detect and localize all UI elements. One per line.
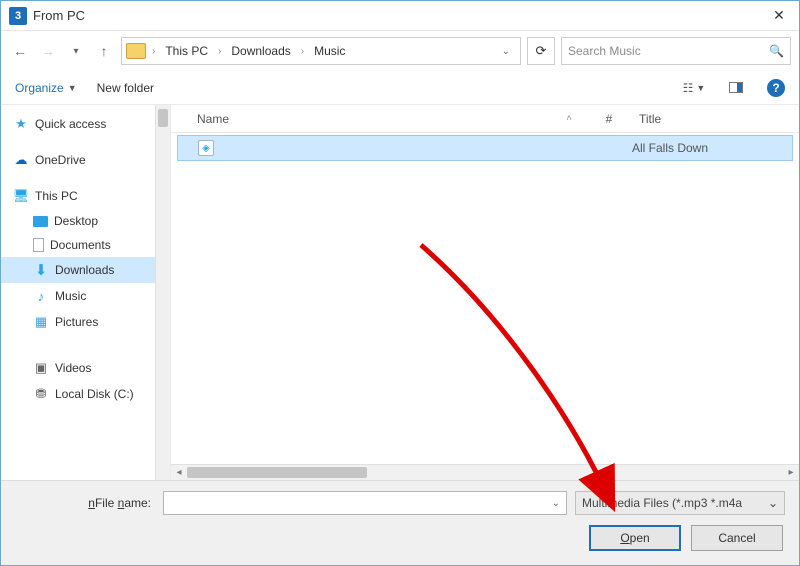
scrollbar-thumb[interactable]: [158, 109, 168, 127]
scroll-right-icon[interactable]: ▸: [783, 467, 799, 478]
sidebar: ★ Quick access ☁ OneDrive 🖥 This PC Desk…: [1, 105, 171, 480]
scrollbar-thumb[interactable]: [187, 467, 367, 478]
forward-button[interactable]: →: [37, 40, 59, 62]
sidebar-scrollbar[interactable]: [155, 105, 170, 480]
file-type-filter[interactable]: Multimedia Files (*.mp3 *.m4a ⌄: [575, 491, 785, 515]
view-mode-button[interactable]: ☷▼: [683, 79, 705, 97]
search-placeholder: Search Music: [568, 44, 769, 58]
breadcrumb-downloads[interactable]: Downloads: [227, 44, 294, 58]
chevron-right-icon: ›: [150, 46, 157, 57]
recent-locations-dropdown[interactable]: ▾: [65, 40, 87, 62]
picture-icon: ▦: [33, 314, 49, 330]
window-title: From PC: [33, 8, 85, 23]
preview-pane-button[interactable]: [725, 79, 747, 97]
sidebar-item-downloads[interactable]: ⬇ Downloads: [1, 257, 170, 283]
nav-bar: ← → ▾ ↑ › This PC › Downloads › Music ⌄ …: [1, 31, 799, 71]
sidebar-item-this-pc[interactable]: 🖥 This PC: [1, 183, 170, 209]
cloud-icon: ☁: [13, 152, 29, 168]
help-button[interactable]: ?: [767, 79, 785, 97]
file-row[interactable]: ◈ All Falls Down: [177, 135, 793, 161]
address-dropdown[interactable]: ⌄: [496, 46, 516, 57]
toolbar: Organize▼ New folder ☷▼ ?: [1, 71, 799, 105]
sort-indicator-icon: ˄: [549, 113, 589, 124]
filter-text: Multimedia Files (*.mp3 *.m4a: [582, 496, 768, 510]
filename-dropdown-icon[interactable]: ⌄: [552, 498, 560, 509]
chevron-right-icon: ›: [299, 46, 306, 57]
open-button[interactable]: Open: [589, 525, 681, 551]
star-icon: ★: [13, 116, 29, 132]
app-icon: 3: [9, 7, 27, 25]
filter-dropdown-icon: ⌄: [768, 496, 778, 510]
cancel-button[interactable]: Cancel: [691, 525, 783, 551]
breadcrumb-music[interactable]: Music: [310, 44, 349, 58]
sidebar-item-local-c[interactable]: ⛃ Local Disk (C:): [1, 381, 170, 407]
music-icon: ♪: [33, 288, 49, 304]
column-headers: Name ˄ # Title: [171, 105, 799, 133]
search-input[interactable]: Search Music 🔍: [561, 37, 791, 65]
back-button[interactable]: ←: [9, 40, 31, 62]
file-list-pane: Name ˄ # Title ◈ All Falls Down ◂: [171, 105, 799, 480]
desktop-icon: [33, 216, 48, 227]
scroll-left-icon[interactable]: ◂: [171, 467, 187, 478]
refresh-button[interactable]: ⟳: [527, 37, 555, 65]
organize-button[interactable]: Organize▼: [15, 81, 77, 95]
horizontal-scrollbar[interactable]: ◂ ▸: [171, 464, 799, 480]
document-icon: [33, 238, 44, 252]
new-folder-button[interactable]: New folder: [97, 81, 154, 95]
disk-icon: ⛃: [33, 386, 49, 402]
dialog-footer: nFile name:File name: ⌄ Multimedia Files…: [1, 480, 799, 565]
up-button[interactable]: ↑: [93, 40, 115, 62]
breadcrumb-this-pc[interactable]: This PC: [161, 44, 212, 58]
titlebar: 3 From PC ✕: [1, 1, 799, 31]
sidebar-item-quick-access[interactable]: ★ Quick access: [1, 111, 170, 137]
filename-input[interactable]: ⌄: [163, 491, 567, 515]
sidebar-item-music[interactable]: ♪ Music: [1, 283, 170, 309]
file-title: All Falls Down: [622, 141, 782, 155]
chevron-right-icon: ›: [216, 46, 223, 57]
column-title[interactable]: Title: [629, 112, 789, 126]
column-name[interactable]: Name: [171, 112, 549, 126]
monitor-icon: 🖥: [13, 188, 29, 204]
sidebar-item-onedrive[interactable]: ☁ OneDrive: [1, 147, 170, 173]
folder-icon: [126, 43, 146, 59]
sidebar-item-desktop[interactable]: Desktop: [1, 209, 170, 233]
filename-label: nFile name:File name:: [15, 496, 155, 510]
address-bar[interactable]: › This PC › Downloads › Music ⌄: [121, 37, 521, 65]
sidebar-item-videos[interactable]: ▣ Videos: [1, 355, 170, 381]
video-icon: ▣: [33, 360, 49, 376]
sidebar-item-pictures[interactable]: ▦ Pictures: [1, 309, 170, 335]
column-track-number[interactable]: #: [589, 112, 629, 126]
audio-file-icon: ◈: [198, 140, 214, 156]
close-button[interactable]: ✕: [767, 7, 791, 24]
sidebar-item-documents[interactable]: Documents: [1, 233, 170, 257]
download-icon: ⬇: [33, 262, 49, 278]
search-icon: 🔍: [769, 44, 784, 58]
